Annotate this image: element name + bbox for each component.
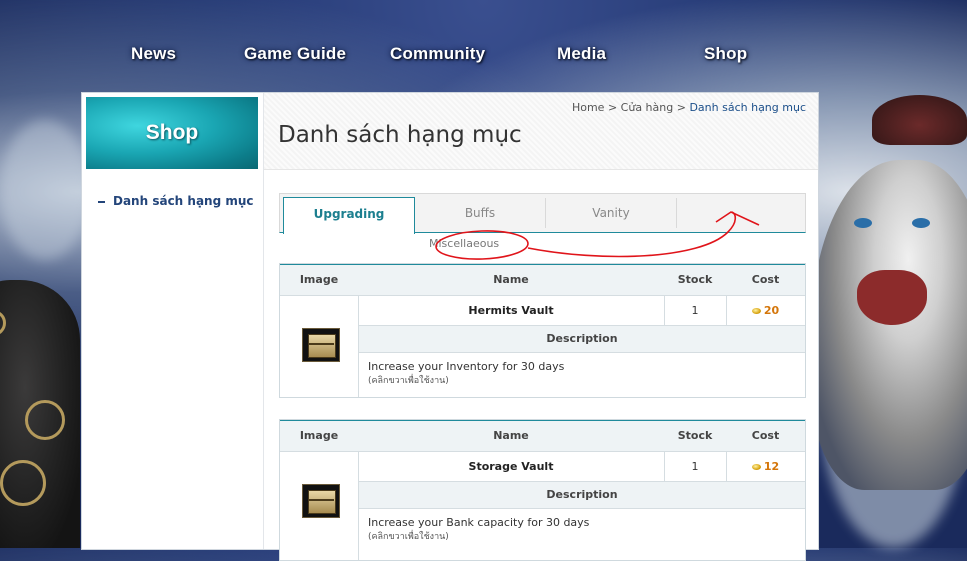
coin-icon xyxy=(751,464,761,470)
header-image: Image xyxy=(299,273,339,286)
header-name: Name xyxy=(493,273,529,286)
sidebar-item-category-list[interactable]: Danh sách hạng mục xyxy=(98,194,254,208)
breadcrumb-home[interactable]: Home xyxy=(572,101,604,114)
breadcrumb-separator: > xyxy=(607,101,618,114)
breadcrumb-separator: > xyxy=(676,101,686,114)
header-name: Name xyxy=(493,429,529,442)
chest-icon[interactable] xyxy=(302,328,340,362)
table-header: Image Name Stock Cost xyxy=(280,264,805,295)
tab-buffs[interactable]: Buffs xyxy=(415,194,545,231)
row-divider xyxy=(358,352,805,353)
description-hint: (คลิกขวาเพื่อใช้งาน) xyxy=(368,532,449,542)
tab-miscellaneous[interactable]: Miscellaeous xyxy=(429,237,499,250)
description-header: Description xyxy=(359,482,805,508)
hat-illustration xyxy=(872,95,967,145)
item-table: Image Name Stock Cost Storage Vault 1 12… xyxy=(279,419,806,561)
row-divider xyxy=(358,508,805,509)
nav-game-guide[interactable]: Game Guide xyxy=(244,44,346,64)
item-cost: 12 xyxy=(726,460,805,473)
item-cost-value: 12 xyxy=(763,460,780,473)
item-stock: 1 xyxy=(691,304,699,317)
item-name: Storage Vault xyxy=(468,460,554,473)
item-cost-value: 20 xyxy=(763,304,780,317)
shop-banner: Shop xyxy=(86,97,258,169)
tab-vanity[interactable]: Vanity xyxy=(546,194,676,231)
sidebar: Shop Danh sách hạng mục xyxy=(82,93,264,549)
character-illustration xyxy=(0,280,80,548)
item-stock: 1 xyxy=(691,460,699,473)
page-title: Danh sách hạng mục xyxy=(278,122,522,148)
main-content: Home > Cửa hàng > Danh sách hạng mục Dan… xyxy=(264,93,818,561)
header-cost: Cost xyxy=(751,273,780,286)
category-tabs: Upgrading Buffs Vanity xyxy=(279,193,806,234)
page-header: Home > Cửa hàng > Danh sách hạng mục Dan… xyxy=(264,93,818,170)
nav-media[interactable]: Media xyxy=(557,44,606,64)
tab-divider xyxy=(676,198,677,228)
item-cost: 20 xyxy=(726,304,805,317)
breadcrumb-store[interactable]: Cửa hàng xyxy=(621,101,674,114)
header-stock: Stock xyxy=(677,429,713,442)
item-table: Image Name Stock Cost Hermits Vault 1 20… xyxy=(279,263,806,398)
description-hint: (คลิกขวาเพื่อใช้งาน) xyxy=(368,376,449,386)
nav-community[interactable]: Community xyxy=(390,44,485,64)
nav-news[interactable]: News xyxy=(131,44,176,64)
item-description: Increase your Inventory for 30 days (คลิ… xyxy=(368,360,788,388)
header-image: Image xyxy=(299,429,339,442)
background-cloud xyxy=(0,120,90,260)
sidebar-item-label: Danh sách hạng mục xyxy=(113,194,254,208)
breadcrumb: Home > Cửa hàng > Danh sách hạng mục xyxy=(572,101,806,114)
description-text: Increase your Inventory for 30 days xyxy=(368,360,565,373)
description-text: Increase your Bank capacity for 30 days xyxy=(368,516,590,529)
coin-icon xyxy=(751,308,761,314)
dash-icon xyxy=(98,200,105,203)
shop-banner-title: Shop xyxy=(145,121,199,144)
content-container: Shop Danh sách hạng mục Home > Cửa hàng … xyxy=(81,92,819,561)
breadcrumb-current[interactable]: Danh sách hạng mục xyxy=(689,101,806,114)
header-stock: Stock xyxy=(677,273,713,286)
item-description: Increase your Bank capacity for 30 days … xyxy=(368,516,788,544)
table-header: Image Name Stock Cost xyxy=(280,420,805,451)
main-nav: News Game Guide Community Media Shop xyxy=(0,44,967,74)
description-header: Description xyxy=(359,326,805,352)
tiger-illustration xyxy=(812,160,967,490)
header-cost: Cost xyxy=(751,429,780,442)
item-name: Hermits Vault xyxy=(468,304,554,317)
storage-chest-icon[interactable] xyxy=(302,484,340,518)
tab-upgrading[interactable]: Upgrading xyxy=(283,197,415,234)
nav-shop[interactable]: Shop xyxy=(704,44,747,64)
